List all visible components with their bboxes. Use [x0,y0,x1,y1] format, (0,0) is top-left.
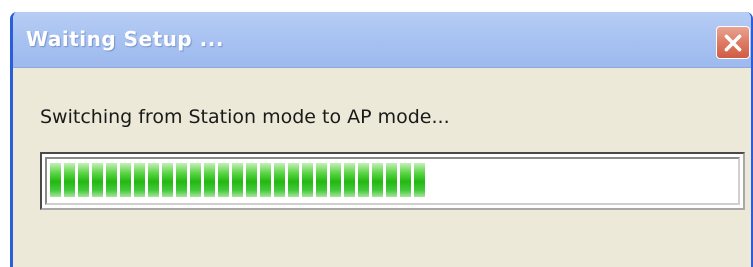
progress-segment [162,163,173,197]
progress-bar [40,152,745,210]
progress-segment [344,163,355,197]
progress-segment [302,163,313,197]
close-icon [722,32,744,54]
progress-segment [148,163,159,197]
progress-segment [274,163,285,197]
progress-segment [372,163,383,197]
status-message: Switching from Station mode to AP mode..… [40,106,450,128]
progress-fill [50,163,425,197]
progress-segment [190,163,201,197]
progress-segment [78,163,89,197]
progress-segment [204,163,215,197]
progress-segment [64,163,75,197]
progress-segment [316,163,327,197]
progress-segment [232,163,243,197]
close-button[interactable] [716,26,750,59]
progress-segment [92,163,103,197]
progress-segment [176,163,187,197]
progress-segment [358,163,369,197]
progress-segment [400,163,411,197]
progress-segment [134,163,145,197]
progress-segment [218,163,229,197]
progress-segment [386,163,397,197]
progress-segment [246,163,257,197]
progress-segment [120,163,131,197]
progress-segment [50,163,61,197]
progress-segment [106,163,117,197]
title-bar[interactable]: Waiting Setup ... [13,12,751,68]
setup-dialog-window: Waiting Setup ... Switching from Station… [10,12,753,267]
progress-segment [414,163,425,197]
window-title: Waiting Setup ... [26,27,224,51]
progress-segment [288,163,299,197]
progress-segment [260,163,271,197]
progress-track [45,157,740,205]
progress-segment [330,163,341,197]
